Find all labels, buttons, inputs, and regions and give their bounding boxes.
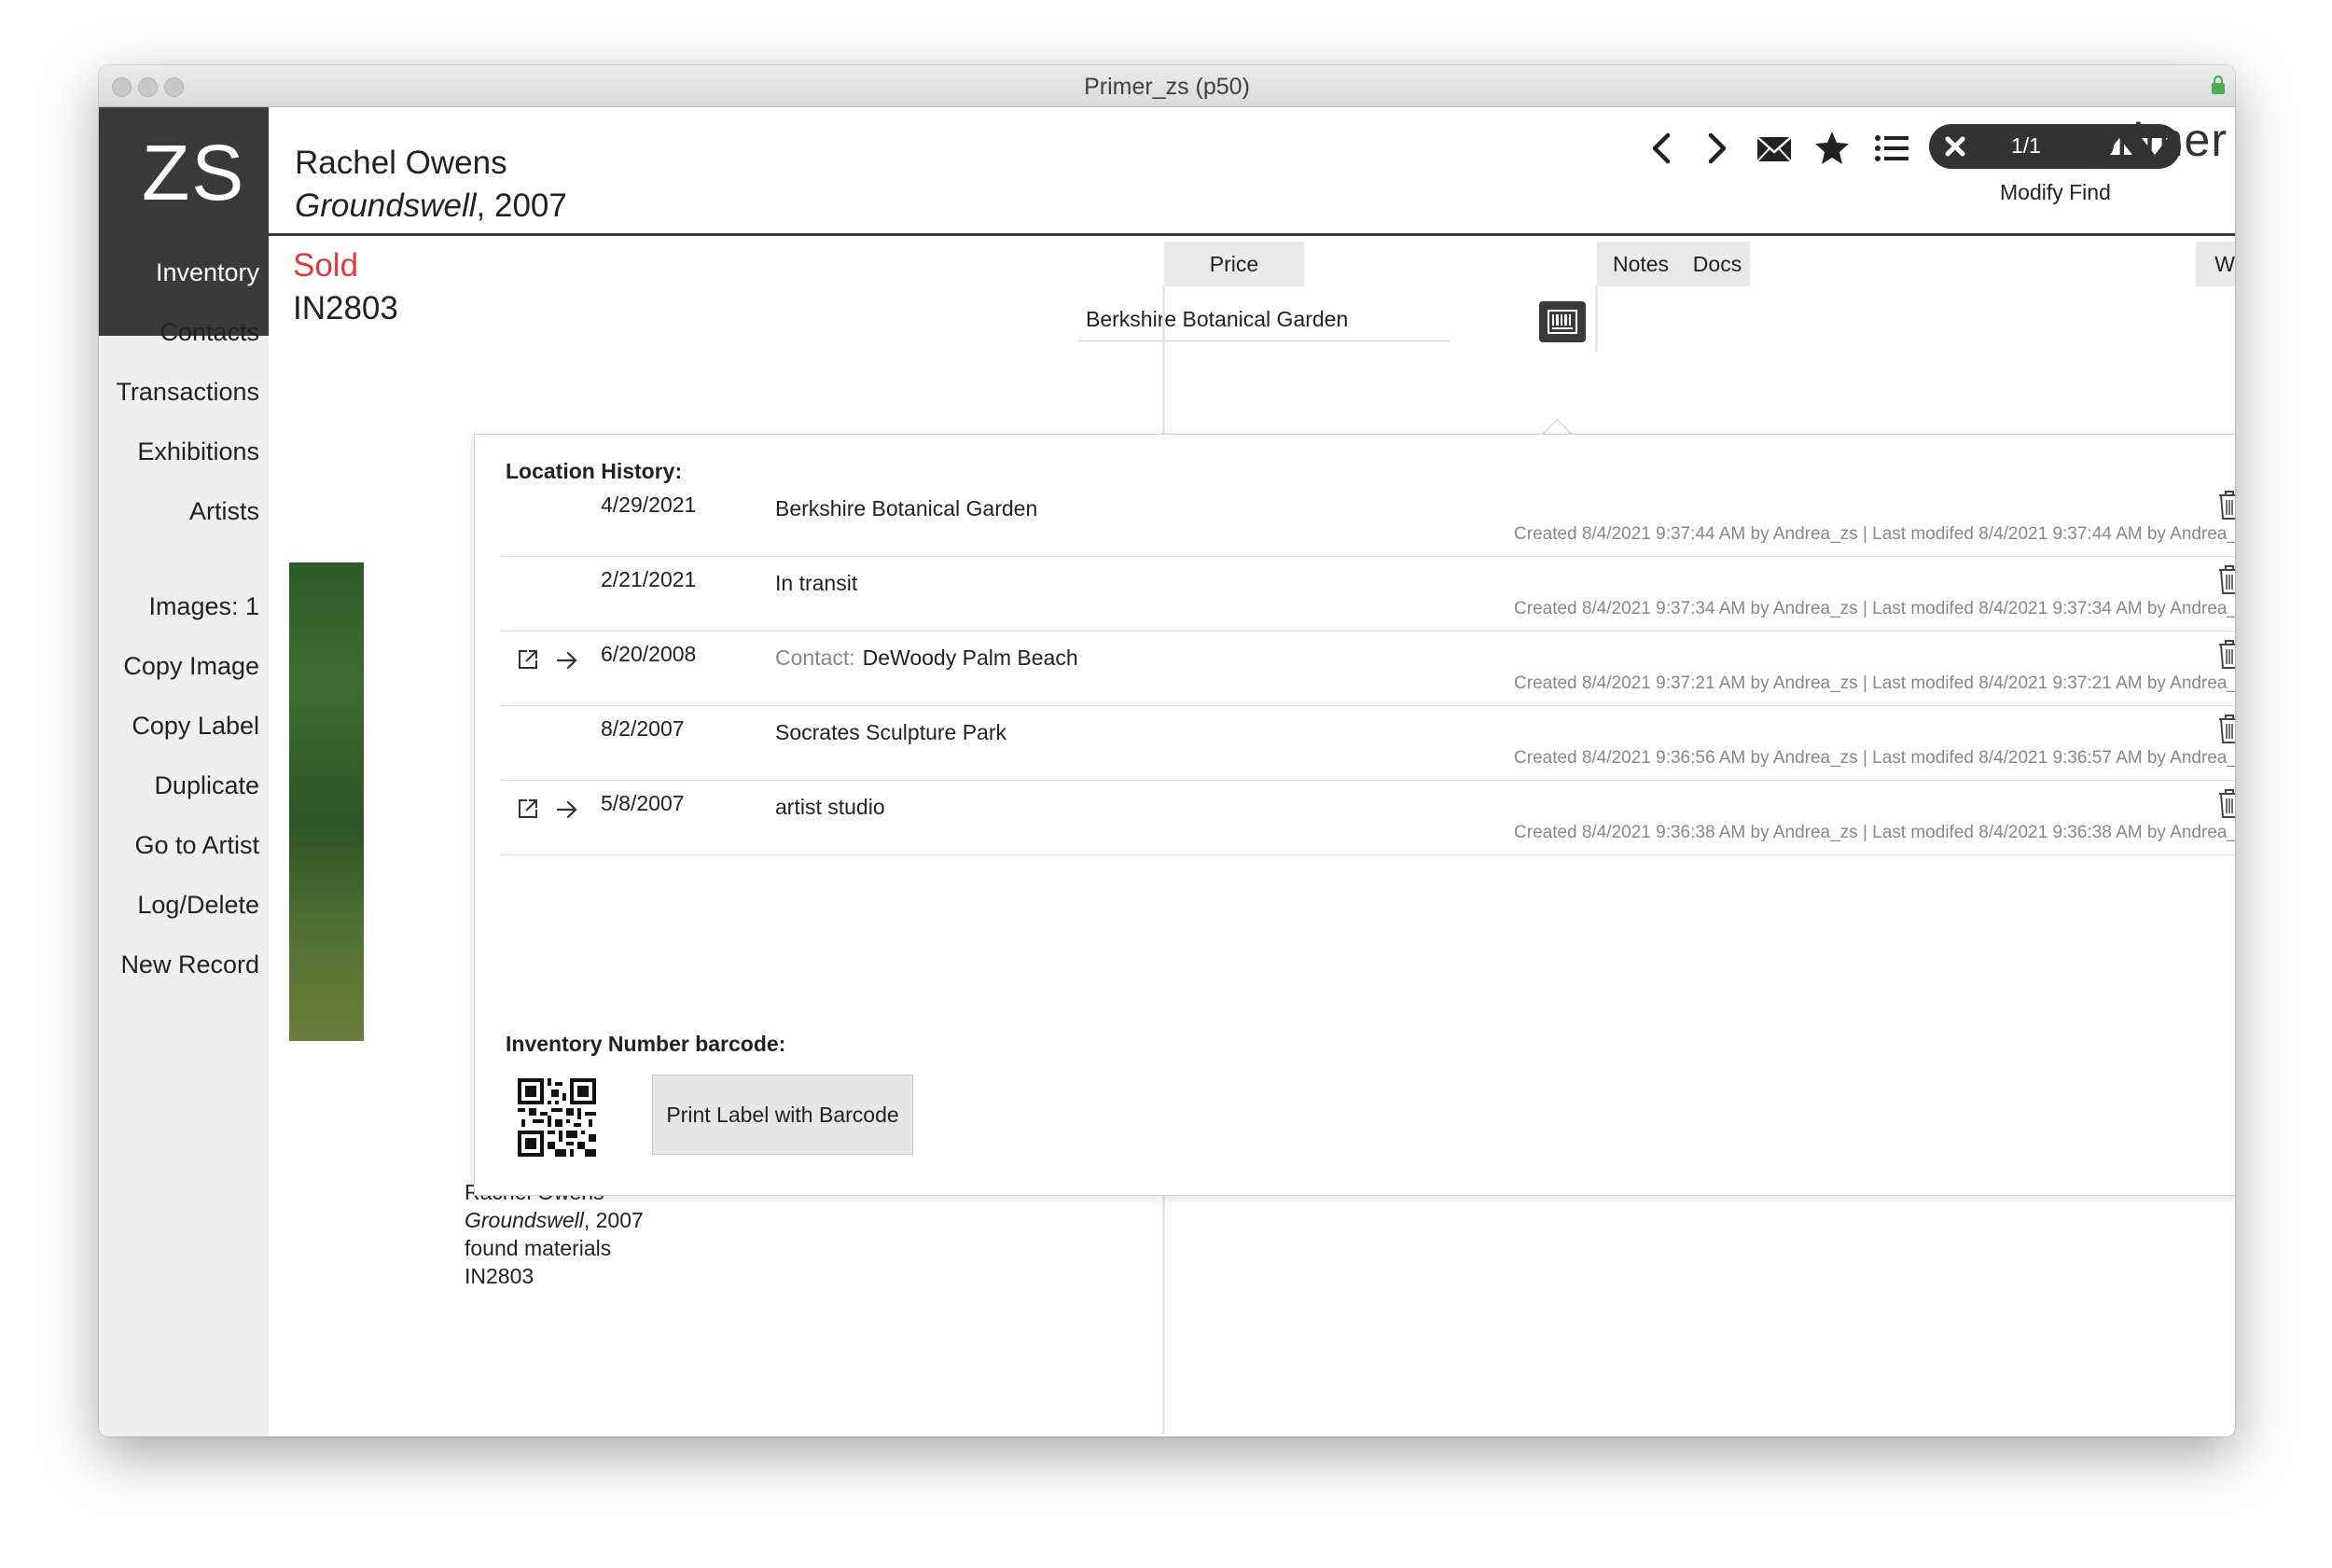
trash-icon[interactable]: [2217, 489, 2235, 520]
location-date: 4/29/2021: [601, 493, 697, 517]
sidebar-header: ZS: [99, 107, 269, 336]
sidebar-item-copy-label[interactable]: Copy Label: [132, 712, 259, 741]
tab-notes[interactable]: Notes: [1597, 242, 1685, 286]
artwork-image[interactable]: [289, 562, 364, 1041]
record-metadata: Created 8/4/2021 9:37:44 AM by Andrea_zs…: [1514, 524, 2235, 544]
sidebar-item-copy-image[interactable]: Copy Image: [123, 652, 259, 681]
barcode-section-title: Inventory Number barcode:: [506, 1032, 786, 1056]
current-location-field[interactable]: Berkshire Botanical Garden: [1086, 307, 1348, 332]
tab-price[interactable]: Price: [1164, 242, 1304, 286]
table-row[interactable]: 6/20/2008 Contact: DeWoody Palm Beach Cre…: [501, 631, 2235, 706]
tab-docs[interactable]: Docs: [1685, 242, 1750, 286]
window-title: Primer_zs (p50): [1084, 74, 1250, 100]
chevron-left-icon[interactable]: [1640, 126, 1685, 171]
sidebar-item-artists[interactable]: Artists: [189, 497, 259, 526]
list-icon[interactable]: [1869, 126, 1914, 171]
trash-icon[interactable]: [2217, 713, 2235, 744]
trash-icon[interactable]: [2217, 638, 2235, 670]
barcode-button[interactable]: [1539, 301, 1586, 342]
record-metadata: Created 8/4/2021 9:36:56 AM by Andrea_zs…: [1514, 748, 2235, 768]
print-label-button[interactable]: Print Label with Barcode: [652, 1075, 913, 1155]
location-date: 6/20/2008: [601, 642, 697, 666]
qr-code-icon: [518, 1078, 596, 1157]
external-link-icon[interactable]: [516, 647, 540, 672]
caption-title: Groundswell, 2007: [465, 1208, 644, 1232]
chevron-right-icon[interactable]: [1694, 126, 1739, 171]
location-history-title: Location History:: [506, 459, 683, 483]
location-name: In transit: [775, 571, 858, 595]
lock-icon: [2212, 75, 2225, 94]
location-date: 8/2/2007: [601, 716, 685, 741]
arrow-right-icon[interactable]: [555, 649, 579, 672]
location-name: Contact: DeWoody Palm Beach: [775, 645, 1078, 670]
record-metadata: Created 8/4/2021 9:36:38 AM by Andrea_zs…: [1514, 823, 2235, 842]
sidebar-item-images[interactable]: Images: 1: [148, 592, 259, 621]
artwork-title: Groundswell, 2007: [295, 187, 567, 224]
title-bar: Primer_zs (p50): [99, 65, 2235, 107]
record-header: Rachel Owens Groundswell, 2007 1/1 Modif…: [269, 107, 2235, 236]
table-row[interactable]: 8/2/2007 Socrates Sculpture Park Created…: [501, 705, 2235, 781]
sidebar-item-log-delete[interactable]: Log/Delete: [137, 891, 259, 920]
trash-icon[interactable]: [2217, 787, 2235, 819]
sidebar-item-duplicate[interactable]: Duplicate: [154, 771, 259, 800]
caption-medium: found materials: [465, 1236, 612, 1260]
table-row[interactable]: 5/8/2007 artist studio Created 8/4/2021 …: [501, 780, 2235, 855]
sidebar-item-inventory[interactable]: Inventory: [156, 258, 259, 287]
tab-worksheet[interactable]: Worksheet: [2196, 242, 2235, 286]
barcode-icon: [1548, 310, 1577, 334]
location-history-popover: Location History: 4/29/2021 Berkshire Bo…: [474, 434, 2235, 1196]
status-badge: Sold: [293, 247, 359, 284]
sidebar-item-exhibitions[interactable]: Exhibitions: [137, 437, 259, 466]
modify-find-link[interactable]: Modify Find: [2000, 180, 2111, 205]
panel-divider: [1595, 286, 1598, 352]
location-date: 2/21/2021: [601, 567, 697, 591]
sidebar: ZS Inventory Contacts Transactions Exhib…: [99, 107, 269, 1436]
star-icon[interactable]: [1810, 126, 1854, 171]
table-row[interactable]: 2/21/2021 In transit Created 8/4/2021 9:…: [501, 556, 2235, 631]
record-metadata: Created 8/4/2021 9:37:21 AM by Andrea_zs…: [1514, 673, 2235, 693]
record-count: 1/1: [2011, 133, 2041, 158]
external-link-icon[interactable]: [516, 797, 540, 821]
location-name: Berkshire Botanical Garden: [775, 496, 1038, 520]
sidebar-item-new-record[interactable]: New Record: [120, 951, 259, 979]
app-logo: ZS: [142, 129, 246, 216]
location-field-underline: [1078, 340, 1450, 341]
inventory-number: IN2803: [293, 290, 398, 326]
trash-icon[interactable]: [2217, 563, 2235, 595]
brand-logo: primer: [2089, 114, 2228, 166]
arrow-right-icon[interactable]: [555, 798, 579, 821]
sidebar-item-transactions[interactable]: Transactions: [116, 378, 259, 407]
sidebar-item-contacts[interactable]: Contacts: [160, 318, 259, 347]
app-window: Primer_zs (p50) ZS Inventory Contacts Tr…: [99, 65, 2235, 1436]
location-name: artist studio: [775, 795, 885, 819]
caption-inventory-number: IN2803: [465, 1264, 534, 1288]
table-row[interactable]: 4/29/2021 Berkshire Botanical Garden Cre…: [501, 481, 2235, 557]
sidebar-item-go-to-artist[interactable]: Go to Artist: [134, 831, 259, 860]
location-date: 5/8/2007: [601, 791, 685, 815]
close-icon[interactable]: [1942, 133, 1968, 160]
record-metadata: Created 8/4/2021 9:37:34 AM by Andrea_zs…: [1514, 599, 2235, 618]
envelope-icon[interactable]: [1752, 126, 1797, 171]
artist-name: Rachel Owens: [295, 145, 507, 181]
location-name: Socrates Sculpture Park: [775, 720, 1007, 744]
